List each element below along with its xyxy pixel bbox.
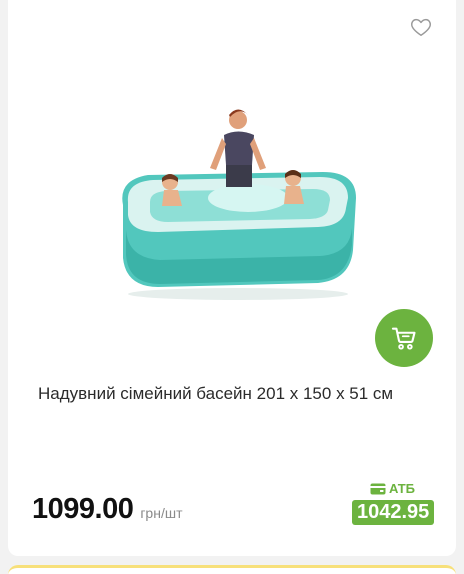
product-card[interactable]: Надувний сімейний басейн 201 x 150 x 51 … bbox=[8, 0, 456, 556]
regular-price: 1099.00 bbox=[32, 493, 134, 525]
heart-outline-icon bbox=[411, 18, 431, 36]
product-title[interactable]: Надувний сімейний басейн 201 x 150 x 51 … bbox=[38, 383, 438, 405]
price-unit: грн/шт bbox=[140, 505, 183, 521]
product-image[interactable] bbox=[98, 80, 388, 320]
shopping-cart-icon bbox=[391, 327, 416, 350]
promo-label-text: АТБ bbox=[389, 481, 416, 496]
price-row: 1099.00 грн/шт bbox=[32, 493, 183, 526]
promo-label: АТБ bbox=[370, 481, 415, 496]
next-product-card[interactable] bbox=[8, 565, 456, 574]
add-to-cart-button[interactable] bbox=[375, 309, 433, 367]
favorite-button[interactable] bbox=[410, 16, 432, 38]
card-icon bbox=[370, 483, 386, 494]
pool-illustration bbox=[122, 109, 357, 300]
promo-price: 1042.95 bbox=[352, 500, 435, 525]
